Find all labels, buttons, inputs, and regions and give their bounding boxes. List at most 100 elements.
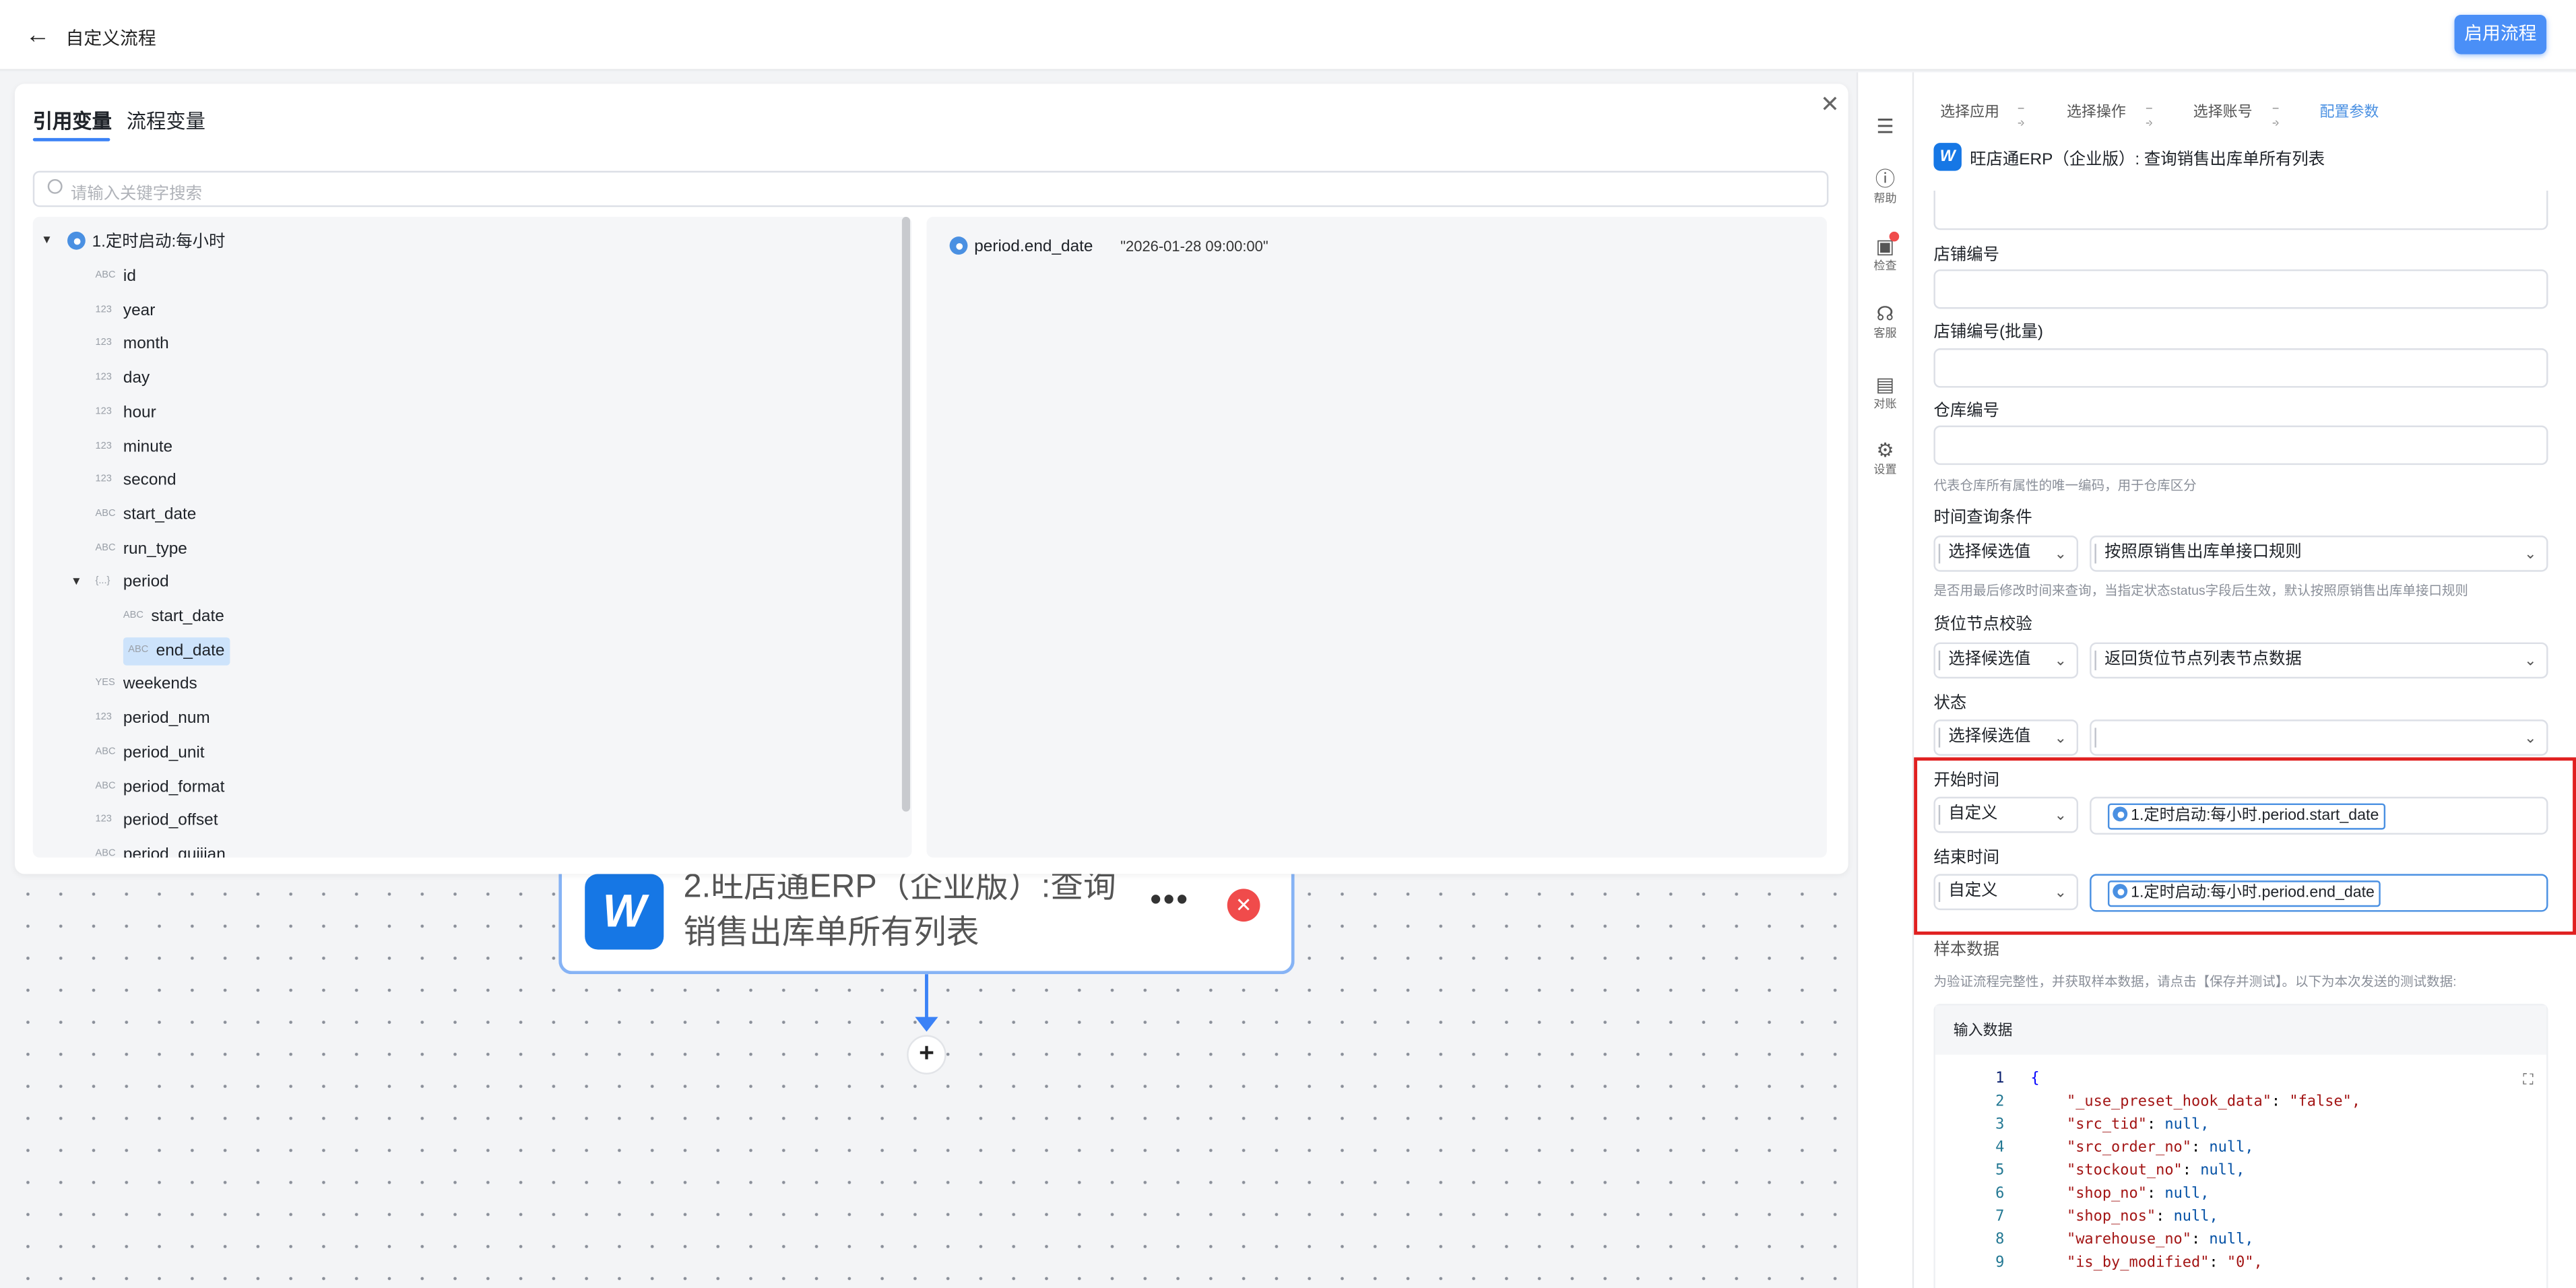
search-input[interactable]: 请输入关键字搜索 [32,170,1829,207]
tree-node[interactable]: ABC id [95,263,135,290]
tree-node-label: year [123,301,156,320]
flow-node[interactable]: W 2.旺店通ERP（企业版）:查询销售出库单所有列表 ••• ✕ [558,869,1295,975]
tree-node-selected[interactable]: ABC end_date [123,637,230,665]
highlight-box [1914,757,2576,935]
add-node-button[interactable]: + [907,1035,946,1074]
code-value: null, [2164,1117,2210,1134]
type-tag: 123 [95,339,112,349]
type-tag: 123 [95,373,112,383]
tree-node[interactable]: 123 minute [95,433,172,461]
enable-flow-button[interactable]: 启用流程 [2454,14,2547,55]
check-icon: ▣ [1875,234,1895,258]
position-value: 返回货位节点列表节点数据 [2104,650,2302,669]
detail-var-name: period.end_date [949,236,1093,256]
service-button[interactable]: ☊ 客服 [1858,302,1912,342]
line-number: 1 [1995,1071,2005,1088]
position-value-select[interactable]: 返回货位节点列表节点数据 ⌄ [2090,642,2548,679]
more-icon[interactable]: ••• [1150,882,1190,920]
tree-node[interactable]: 123 day [95,365,150,393]
time-cond-mode-select[interactable]: 选择候选值 ⌄ [1933,536,2079,572]
tree-node[interactable]: ABC start_date [95,501,196,529]
tree-node-label: id [123,267,136,286]
code-line: 2 "_use_preset_hook_data": "false", [1935,1091,2360,1114]
tree-node[interactable]: 123 year [95,297,155,325]
line-number: 8 [1995,1232,2005,1249]
tree-node[interactable]: ABC period_format [95,773,224,800]
remove-node-icon[interactable]: ✕ [1227,889,1260,922]
position-check-label: 货位节点校验 [1933,616,2032,635]
prev-field-input[interactable] [1933,190,2548,230]
code-text: "_use_preset_hook_data": "false", [2067,1094,2360,1110]
type-tag: ABC [95,271,116,282]
time-cond-hint: 是否用最后修改时间来查询，当指定状态status字段后生效，默认按照原销售出库单… [1933,583,2468,598]
code-text: "warehouse_no": null, [2067,1232,2254,1248]
tree-node[interactable]: 123 period_offset [95,807,218,835]
tree-node[interactable]: 123 hour [95,399,156,426]
tree-node[interactable]: 123 period_num [95,705,210,732]
caret-down-icon[interactable]: ▼ [71,577,82,589]
chevron-down-icon: ⌄ [2524,652,2537,669]
reconcile-label: 对账 [1873,399,1897,411]
tree-node[interactable]: ABC period_unit [95,739,204,767]
back-arrow-icon[interactable]: ← [23,22,53,51]
line-number: 7 [1995,1209,2005,1226]
warehouse-no-label: 仓库编号 [1933,402,1999,421]
shop-nos-input[interactable] [1933,348,2548,388]
code-separator: : [2182,1163,2201,1180]
collapse-button[interactable]: ☰ [1858,115,1912,138]
tab-flow-variables[interactable]: 流程变量 [127,107,205,135]
help-button[interactable]: ⓘ 帮助 [1858,168,1912,207]
input-data-editor[interactable]: 输入数据 ⛶ 1{2 "_use_preset_hook_data": "fals… [1933,1004,2548,1288]
tree-node-label: start_date [123,505,197,524]
status-value-select[interactable]: ⌄ [2090,719,2548,756]
code-separator: : [2146,1186,2165,1203]
time-cond-mode-value: 选择候选值 [1948,544,2031,562]
type-tag: 123 [95,713,112,723]
code-text: "shop_nos": null, [2067,1209,2218,1225]
check-button[interactable]: ▣ 检查 [1858,231,1912,275]
variable-tree: ▼ 1.定时启动:每小时 ABC id 123 year 123 month 123 day 1… [32,216,912,858]
caret-down-icon[interactable]: ▼ [41,235,53,247]
tree-node[interactable]: ABC run_type [95,535,187,562]
tree-node[interactable]: 123 second [95,467,176,494]
settings-button[interactable]: ⚙ 设置 [1858,439,1912,478]
code-separator: : [2191,1140,2210,1157]
tree-node[interactable]: ABC period_guijian [95,841,225,858]
tree-node[interactable]: {...} period [95,569,168,597]
type-tag: ABC [95,849,116,858]
tree-node[interactable]: ABC start_date [123,603,224,631]
close-icon[interactable]: ✕ [1820,90,1840,118]
tree-node[interactable]: 123 month [95,331,168,358]
timer-icon [67,231,86,250]
check-label: 检查 [1873,261,1897,273]
step-select-action[interactable]: 选择操作 [2067,100,2126,122]
code-key: "shop_nos" [2066,1209,2156,1226]
code-line: 1{ [1935,1068,2039,1091]
type-tag: ABC [95,543,116,553]
chevron-down-icon: ⌄ [2054,545,2067,562]
code-text: "shop_no": null, [2067,1186,2209,1202]
tree-root[interactable]: 1.定时启动:每小时 [67,228,225,256]
tree-node-label: month [123,335,169,354]
tree-scrollbar[interactable] [901,216,911,812]
step-configure-params[interactable]: 配置参数 [2320,100,2379,122]
shop-no-input[interactable] [1933,269,2548,309]
tree-node[interactable]: YES weekends [95,671,197,699]
type-tag: 123 [95,441,112,451]
search-placeholder: 请输入关键字搜索 [70,185,202,204]
status-mode-select[interactable]: 选择候选值 ⌄ [1933,719,2079,756]
reconcile-button[interactable]: ▤ 对账 [1858,373,1912,413]
step-select-app[interactable]: 选择应用 [1940,100,1999,122]
warehouse-no-input[interactable] [1933,425,2548,465]
tree-node-label: hour [123,404,156,422]
position-mode-select[interactable]: 选择候选值 ⌄ [1933,642,2079,679]
time-cond-label: 时间查询条件 [1933,509,2032,527]
tab-reference-variables[interactable]: 引用变量 [33,107,112,135]
step-select-account[interactable]: 选择账号 [2193,100,2253,122]
expand-icon[interactable]: ⛶ [2523,1071,2533,1089]
shop-nos-label: 店铺编号(批量) [1933,323,2044,342]
code-separator: : [2209,1255,2227,1272]
type-tag: 123 [95,407,112,417]
time-cond-value-select[interactable]: 按照原销售出库单接口规则 ⌄ [2090,536,2548,572]
code-key: "warehouse_no" [2066,1232,2191,1249]
